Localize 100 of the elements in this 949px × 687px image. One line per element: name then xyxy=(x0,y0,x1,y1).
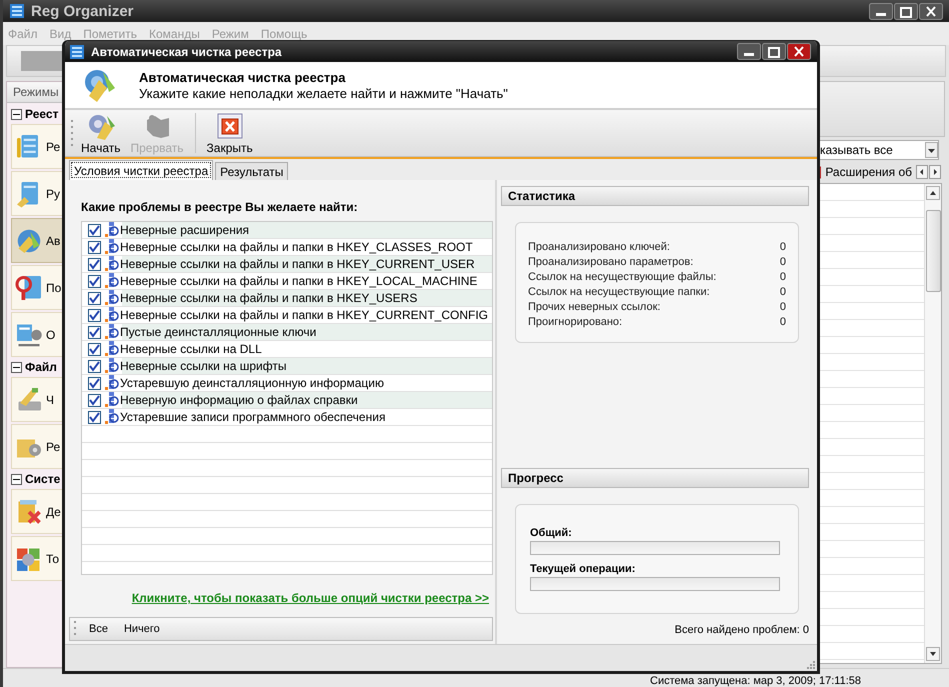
registry-icon xyxy=(105,324,119,340)
stat-value: 0 xyxy=(780,316,786,328)
item-label: По xyxy=(46,280,62,294)
progress-label: Текущей операции: xyxy=(530,563,636,575)
registry-icon xyxy=(105,273,119,289)
app-icon xyxy=(69,44,85,60)
option-label: Неверные ссылки на DLL xyxy=(120,342,262,356)
checkmark-icon xyxy=(89,276,100,286)
checkmark-icon xyxy=(89,344,100,354)
option-label: Неверные ссылки на файлы и папки в HKEY_CLASSES_ROOT xyxy=(120,240,473,254)
window-title: Reg Organizer xyxy=(31,2,134,20)
grip-icon xyxy=(71,118,74,148)
registry-icon xyxy=(105,307,119,323)
checkbox[interactable] xyxy=(88,410,101,424)
close-icon[interactable] xyxy=(787,43,811,60)
checkbox[interactable] xyxy=(88,376,101,390)
checkbox[interactable] xyxy=(88,258,101,270)
progress-label: Общий: xyxy=(530,527,573,539)
maximize-icon[interactable] xyxy=(762,43,786,60)
option-label: Устаревшую деинсталляционную информацию xyxy=(120,376,384,390)
stat-label: Проанализировано ключей: xyxy=(528,241,670,253)
window-title: Автоматическая чистка реестра xyxy=(91,44,282,58)
stat-label: Ссылок на несуществующие файлы: xyxy=(528,271,716,283)
app-icon xyxy=(9,3,25,19)
section-heading: Какие проблемы в реестре Вы желаете найти: xyxy=(80,200,359,214)
item-label: Ру xyxy=(46,186,60,200)
registry-icon xyxy=(105,239,119,255)
scroll-left-icon[interactable] xyxy=(916,164,928,178)
more-options-link[interactable]: Кликните, чтобы показать больше опций чистки реестра >> xyxy=(132,590,489,610)
checkbox[interactable] xyxy=(88,342,101,356)
resize-grip-icon xyxy=(805,659,815,669)
checkmark-icon xyxy=(89,242,100,252)
minimize-icon[interactable] xyxy=(737,43,761,60)
checkbox[interactable] xyxy=(88,308,101,322)
scroll-right-icon[interactable] xyxy=(929,164,941,178)
option-label: Неверные ссылки на файлы и папки в HKEY_LOCAL_MACHINE xyxy=(120,274,478,288)
checkmark-icon xyxy=(89,360,100,372)
checkmark-icon xyxy=(89,378,100,388)
filter-dropdown[interactable]: казывать все xyxy=(817,140,939,160)
checkbox[interactable] xyxy=(88,326,101,338)
stat-label: Проигнорировано: xyxy=(528,316,622,328)
registry-icon xyxy=(105,222,119,238)
tab[interactable]: Результаты xyxy=(215,162,288,180)
option-label: Пустые деинсталляционные ключи xyxy=(120,325,316,339)
total-text: Всего найдено проблем: 0 xyxy=(674,624,809,636)
option-label: Неверную информацию о файлах справки xyxy=(120,393,358,407)
checkmark-icon xyxy=(89,412,100,422)
checkmark-icon xyxy=(89,394,100,406)
checkmark-icon xyxy=(89,224,100,236)
checkmark-icon xyxy=(89,310,100,320)
checkmark-icon xyxy=(89,292,100,304)
item-label: Ре xyxy=(46,140,60,154)
scroll-thumb[interactable] xyxy=(926,210,940,292)
checkbox[interactable] xyxy=(88,274,101,288)
collapse-toggle[interactable] xyxy=(11,108,22,120)
item-label: Ч xyxy=(46,392,54,406)
checkbox[interactable] xyxy=(88,394,101,406)
toolbar-button[interactable]: Закрыть xyxy=(204,110,256,156)
collapse-toggle[interactable] xyxy=(11,362,22,372)
collapse-toggle[interactable] xyxy=(11,474,22,484)
registry-icon xyxy=(105,409,119,425)
dialog-subtitle: Укажите какие неполадки желаете найти и нажмите "Начать" xyxy=(139,86,508,100)
stat-label: Ссылок на несуществующие папки: xyxy=(528,286,710,298)
item-label: То xyxy=(46,552,60,566)
tab[interactable]: Условия чистки реестра xyxy=(69,160,214,180)
registry-icon xyxy=(105,341,119,357)
option-label: Неверные ссылки на файлы и папки в HKEY_CURRENT_CONFIG xyxy=(120,308,488,322)
option-label: Неверные ссылки на файлы и папки в HKEY_CURRENT_USER xyxy=(120,257,475,271)
registry-icon xyxy=(105,392,119,408)
stat-label: Прочих неверных ссылок: xyxy=(528,301,660,313)
checkmark-icon xyxy=(89,258,100,270)
checkbox[interactable] xyxy=(88,224,101,236)
item-label: Де xyxy=(46,504,61,518)
minimize-icon[interactable] xyxy=(869,2,893,20)
stat-value: 0 xyxy=(780,286,786,298)
option-label: Неверные расширения xyxy=(120,223,250,237)
item-label: Ав xyxy=(46,234,60,248)
status-text: Система запущена: мар 3, 2009; 17:11:58 xyxy=(650,675,861,687)
select-button[interactable]: Все xyxy=(85,623,112,636)
stat-value: 0 xyxy=(780,271,786,283)
group-label: Файл xyxy=(25,360,57,374)
checkbox[interactable] xyxy=(88,240,101,254)
registry-icon xyxy=(105,256,119,272)
scrollbar[interactable] xyxy=(924,184,941,663)
stat-label: Проанализировано параметров: xyxy=(528,256,694,268)
stat-value: 0 xyxy=(780,241,786,253)
checkbox[interactable] xyxy=(88,360,101,372)
stat-value: 0 xyxy=(780,301,786,313)
section-header: Статистика xyxy=(501,186,809,206)
group-label: Реест xyxy=(25,107,58,121)
registry-icon xyxy=(105,375,119,391)
checkbox[interactable] xyxy=(88,292,101,304)
option-label: Устаревшие записи программного обеспечения xyxy=(120,410,386,424)
select-button[interactable]: Ничего xyxy=(120,623,164,636)
dialog-heading: Автоматическая чистка реестра xyxy=(139,70,346,84)
registry-icon xyxy=(105,358,119,374)
close-icon[interactable] xyxy=(919,2,943,20)
toolbar-button[interactable]: Начать xyxy=(78,110,124,156)
maximize-icon[interactable] xyxy=(894,2,918,20)
item-label: О xyxy=(46,328,56,342)
